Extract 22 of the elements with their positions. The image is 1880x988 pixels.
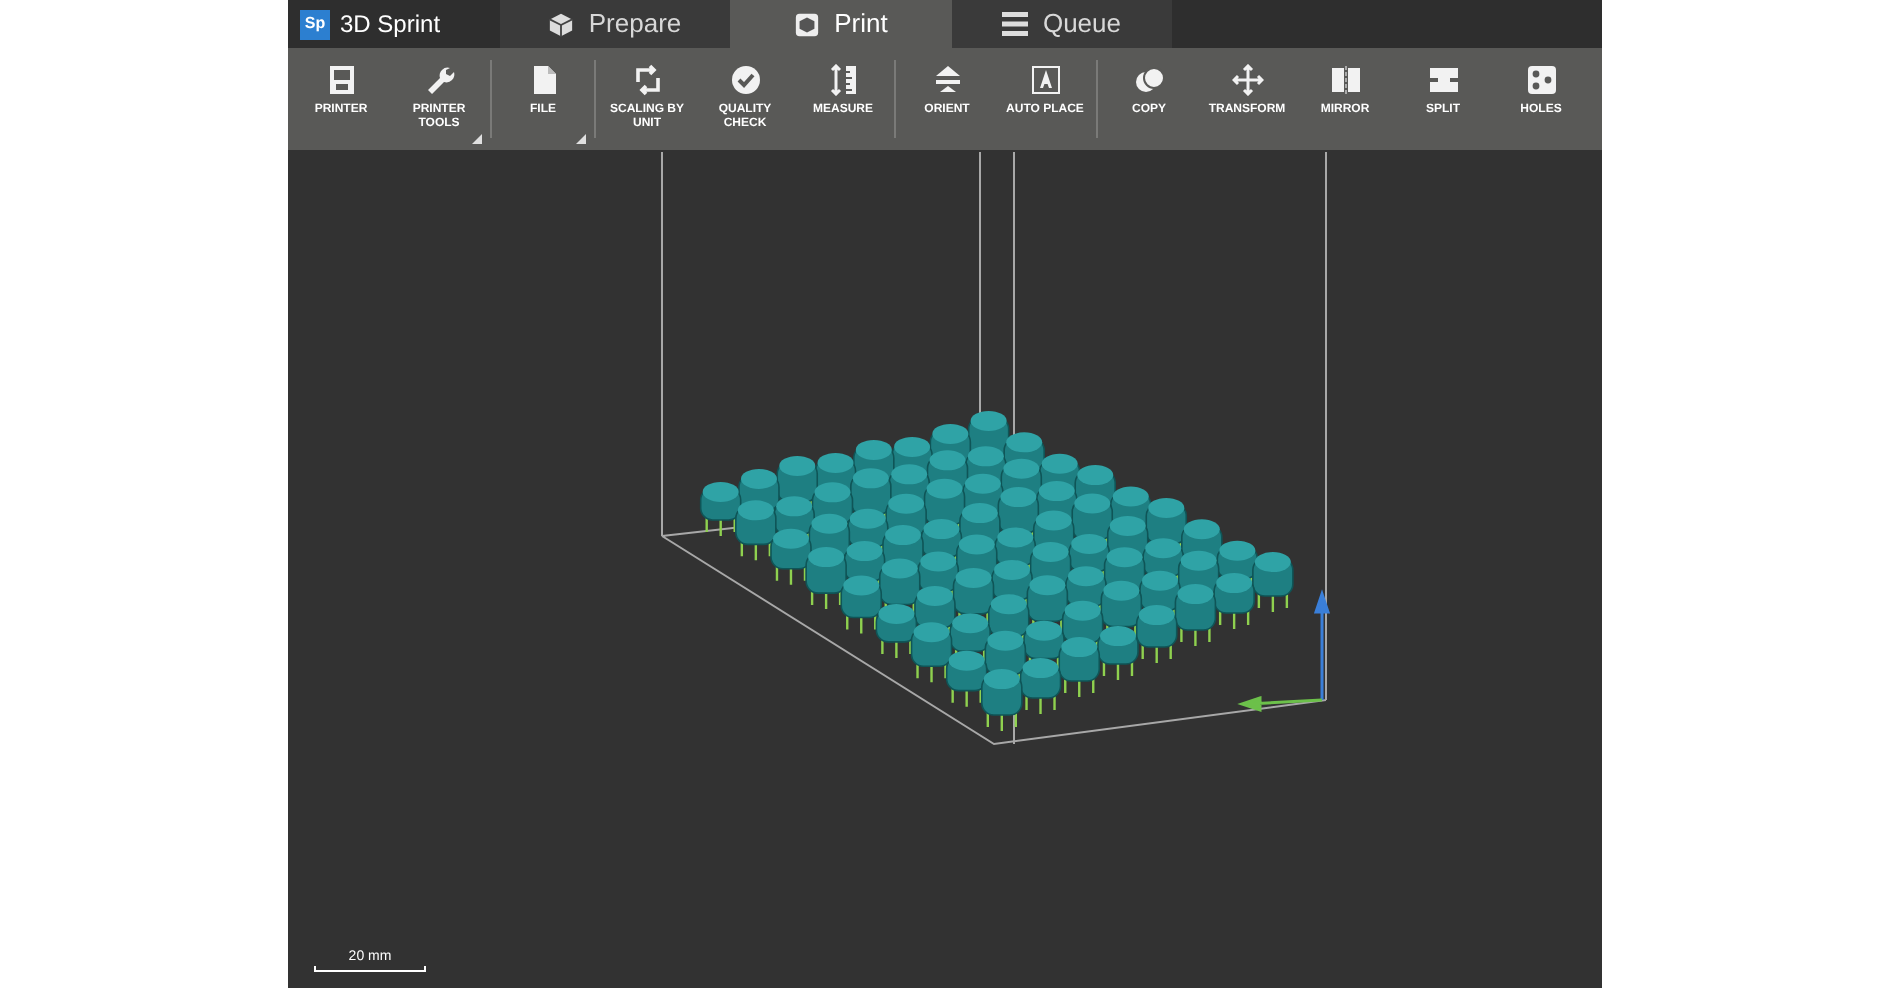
ruler-icon	[827, 64, 859, 96]
app-logo: Sp	[300, 9, 330, 39]
split-icon	[1427, 64, 1459, 96]
wrench-icon	[423, 64, 455, 96]
cube-icon	[548, 11, 575, 37]
mirror-icon	[1329, 64, 1361, 96]
cube-icon	[794, 11, 821, 37]
tab[interactable]: Print	[730, 0, 952, 48]
menu-icon	[1002, 12, 1029, 36]
holes-icon	[1525, 64, 1557, 96]
move-icon	[1231, 64, 1263, 96]
scale-bar	[314, 966, 426, 972]
tab[interactable]: Prepare	[500, 0, 730, 48]
auto-place-icon	[1029, 64, 1061, 96]
check-icon	[729, 64, 761, 96]
refresh-icon	[631, 64, 663, 96]
tab[interactable]: Queue	[952, 0, 1172, 48]
app-title: 3D Sprint	[340, 8, 441, 42]
axis-arrows-drawing	[1237, 589, 1330, 712]
orient-icon	[931, 64, 963, 96]
copy-icon	[1133, 64, 1165, 96]
printer-icon	[325, 64, 357, 96]
